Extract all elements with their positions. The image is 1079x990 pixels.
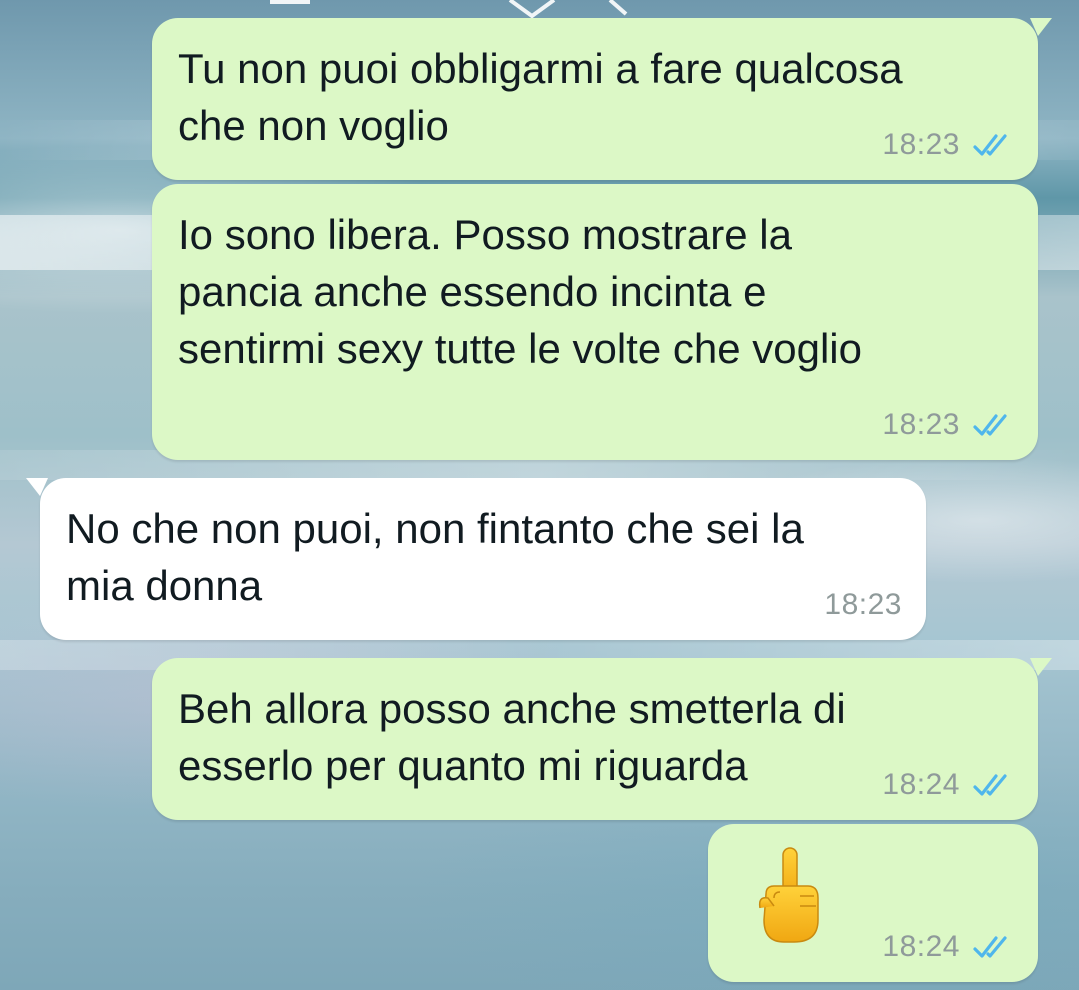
double-check-icon <box>973 414 1007 436</box>
message-text: No che non puoi, non fintanto che sei la… <box>66 505 804 609</box>
outgoing-message[interactable]: Tu non puoi obbligarmi a fare qualcosa c… <box>152 18 1052 180</box>
message-meta: 18:24 <box>882 768 1014 802</box>
message-time: 18:24 <box>882 930 960 963</box>
middle-finger-emoji <box>758 847 819 943</box>
double-check-icon <box>973 936 1007 958</box>
message-text: Io sono libera. Posso mostrare la pancia… <box>178 211 862 372</box>
bubble-tail <box>26 478 48 496</box>
bubble-tail <box>1030 658 1052 676</box>
incoming-message[interactable]: No che non puoi, non fintanto che sei la… <box>26 478 926 640</box>
double-check-icon <box>973 774 1007 796</box>
message-meta: 18:23 <box>882 408 1014 442</box>
outgoing-message[interactable]: Beh allora posso anche smetterla di esse… <box>152 658 1052 820</box>
bubble-tail <box>1030 18 1052 36</box>
message-time: 18:23 <box>882 408 960 441</box>
message-meta: 18:23 <box>824 588 902 622</box>
message-time: 18:24 <box>882 768 960 801</box>
wallpaper-decoration <box>270 0 628 18</box>
message-meta: 18:24 <box>882 930 1014 964</box>
message-time: 18:23 <box>824 588 902 621</box>
message-meta: 18:23 <box>882 128 1014 162</box>
outgoing-message[interactable]: 18:24 <box>708 824 1038 982</box>
double-check-icon <box>973 134 1007 156</box>
message-time: 18:23 <box>882 128 960 161</box>
outgoing-message[interactable]: Io sono libera. Posso mostrare la pancia… <box>152 184 1038 460</box>
